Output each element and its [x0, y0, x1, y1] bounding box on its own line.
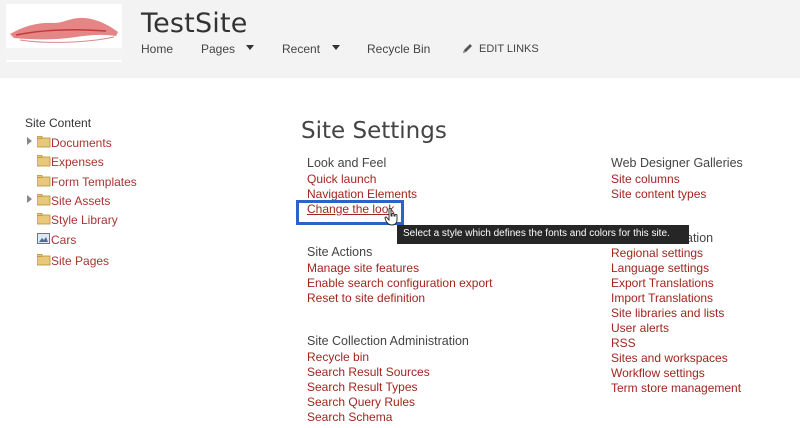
folder-icon: [37, 194, 51, 206]
tree-item-label[interactable]: Expenses: [51, 155, 104, 169]
tree-item-label[interactable]: Form Templates: [51, 175, 137, 189]
group-title: Web Designer Galleries: [611, 156, 743, 170]
link-search-query-rules[interactable]: Search Query Rules: [307, 395, 469, 410]
tree-item-label[interactable]: Style Library: [51, 213, 118, 227]
expand-arrow-icon[interactable]: [27, 137, 32, 145]
site-title[interactable]: TestSite: [141, 8, 248, 39]
link-term-store-management[interactable]: Term store management: [611, 381, 741, 396]
group-web-designer-galleries: Web Designer Galleries Site columns Site…: [611, 155, 743, 202]
link-user-alerts[interactable]: User alerts: [611, 321, 741, 336]
link-search-schema[interactable]: Search Schema: [307, 410, 469, 425]
group-site-administration: Regional settings Language settings Expo…: [611, 246, 741, 396]
link-quick-launch[interactable]: Quick launch: [307, 172, 417, 187]
link-regional-settings[interactable]: Regional settings: [611, 246, 741, 261]
tooltip: Select a style which defines the fonts a…: [397, 225, 689, 244]
folder-icon: [37, 136, 51, 148]
pages-chevron-down-icon[interactable]: [246, 45, 254, 50]
link-sites-and-workspaces[interactable]: Sites and workspaces: [611, 351, 741, 366]
tree-item-label[interactable]: Cars: [51, 233, 76, 247]
suite-header: TestSite Home Pages Recent Recycle Bin E…: [0, 0, 800, 78]
site-content-heading[interactable]: Site Content: [25, 116, 91, 130]
link-site-columns[interactable]: Site columns: [611, 172, 743, 187]
folder-icon: [37, 175, 51, 187]
folder-icon: [37, 254, 51, 266]
link-site-libraries-and-lists[interactable]: Site libraries and lists: [611, 306, 741, 321]
pencil-icon[interactable]: [462, 42, 474, 54]
link-reset-to-site-definition[interactable]: Reset to site definition: [307, 291, 492, 306]
tree-item-label[interactable]: Site Pages: [51, 254, 109, 268]
expand-arrow-icon[interactable]: [27, 195, 32, 203]
link-search-result-types[interactable]: Search Result Types: [307, 380, 469, 395]
link-rss[interactable]: RSS: [611, 336, 741, 351]
page-title: Site Settings: [301, 118, 447, 144]
site-logo[interactable]: [6, 4, 122, 62]
link-manage-site-features[interactable]: Manage site features: [307, 261, 492, 276]
hand-pointer-icon: [384, 208, 398, 226]
link-recycle-bin[interactable]: Recycle bin: [307, 350, 469, 365]
recent-chevron-down-icon[interactable]: [332, 45, 340, 50]
nav-pages[interactable]: Pages: [201, 42, 235, 56]
link-language-settings[interactable]: Language settings: [611, 261, 741, 276]
group-title: Look and Feel: [307, 156, 387, 170]
group-site-collection-administration: Site Collection Administration Recycle b…: [307, 333, 469, 425]
folder-icon: [37, 155, 51, 167]
picture-library-icon: [37, 233, 50, 244]
car-logo-icon: [6, 17, 122, 60]
tree-item-label[interactable]: Documents: [51, 136, 112, 150]
link-site-content-types[interactable]: Site content types: [611, 187, 743, 202]
link-search-result-sources[interactable]: Search Result Sources: [307, 365, 469, 380]
folder-icon: [37, 213, 51, 225]
group-title-site-administration: ation: [686, 231, 714, 245]
link-workflow-settings[interactable]: Workflow settings: [611, 366, 741, 381]
link-import-translations[interactable]: Import Translations: [611, 291, 741, 306]
group-title: Site Actions: [307, 245, 373, 259]
group-title: Site Collection Administration: [307, 334, 469, 348]
link-export-translations[interactable]: Export Translations: [611, 276, 741, 291]
nav-home[interactable]: Home: [141, 42, 173, 56]
nav-recycle-bin[interactable]: Recycle Bin: [367, 42, 430, 56]
link-enable-search-config-export[interactable]: Enable search configuration export: [307, 276, 492, 291]
group-site-actions: Site Actions Manage site features Enable…: [307, 244, 492, 306]
edit-links-button[interactable]: EDIT LINKS: [479, 43, 539, 55]
tree-item-label[interactable]: Site Assets: [51, 194, 110, 208]
nav-recent[interactable]: Recent: [282, 42, 320, 56]
